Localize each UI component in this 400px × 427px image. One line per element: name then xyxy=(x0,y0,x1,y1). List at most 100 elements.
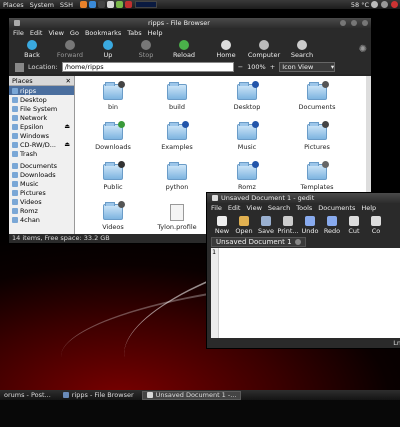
file-item-music[interactable]: Music xyxy=(217,121,277,151)
save-button[interactable]: Save xyxy=(255,215,277,235)
mail-icon[interactable] xyxy=(107,1,115,8)
text-editor[interactable]: 1 xyxy=(211,248,400,338)
terminal-icon[interactable] xyxy=(98,1,106,8)
file-item-romz[interactable]: Romz xyxy=(217,161,277,191)
zoom-in-icon[interactable]: + xyxy=(270,63,275,71)
system-monitor-graph[interactable] xyxy=(135,1,158,8)
window-menu-icon[interactable] xyxy=(14,20,20,26)
up-button[interactable]: Up xyxy=(89,39,127,59)
gedit-titlebar[interactable]: Unsaved Document 1 - gedit xyxy=(207,193,400,203)
menu-view[interactable]: View xyxy=(48,29,63,37)
power-icon[interactable] xyxy=(391,1,398,8)
taskbar-item-3[interactable]: Unsaved Document 1 -... xyxy=(141,390,242,400)
document-tab[interactable]: Unsaved Document 1 xyxy=(211,237,306,247)
gedit-menu-tools[interactable]: Tools xyxy=(296,204,312,212)
file-item-downloads[interactable]: Downloads xyxy=(83,121,143,151)
file-item-examples[interactable]: Examples xyxy=(147,121,207,151)
reload-button[interactable]: Reload xyxy=(165,39,203,59)
file-item-videos[interactable]: Videos xyxy=(83,201,143,231)
home-icon xyxy=(221,39,231,50)
forward-button[interactable]: Forward xyxy=(51,39,89,59)
gedit-menu-file[interactable]: File xyxy=(211,204,222,212)
menu-bookmarks[interactable]: Bookmarks xyxy=(85,29,121,37)
bookmark-music[interactable]: Music xyxy=(9,179,74,188)
minimize-icon[interactable] xyxy=(340,20,346,26)
co-button[interactable]: Co xyxy=(365,215,387,235)
sidebar-item-epsilon[interactable]: Epsilon ⏏ xyxy=(9,122,74,131)
sidebar-item-ripps[interactable]: ripps xyxy=(9,86,74,95)
file-item-pictures[interactable]: Pictures xyxy=(287,121,347,151)
sidebar-item-file-system[interactable]: File System xyxy=(9,104,74,113)
stop-button[interactable]: Stop xyxy=(127,39,165,59)
print-button[interactable]: Print... xyxy=(277,215,299,235)
sidebar-item-windows[interactable]: Windows xyxy=(9,131,74,140)
panel-menu-places[interactable]: Places xyxy=(0,1,27,9)
gedit-menu-edit[interactable]: Edit xyxy=(228,204,241,212)
file-browser-titlebar[interactable]: ripps - File Browser xyxy=(9,18,371,28)
gedit-app-icon[interactable] xyxy=(212,195,218,201)
eject-icon[interactable]: ⏏ xyxy=(64,141,70,148)
sidebar-item-network[interactable]: Network xyxy=(9,113,74,122)
places-header[interactable]: Places ✕ xyxy=(9,76,74,86)
sidebar-item-desktop[interactable]: Desktop xyxy=(9,95,74,104)
cd-rw-d-icon xyxy=(12,141,18,148)
file-item-desktop[interactable]: Desktop xyxy=(217,81,277,111)
search-button[interactable]: Search xyxy=(283,39,321,59)
view-mode-select[interactable]: Icon View ▾ xyxy=(279,62,336,72)
open-button[interactable]: Open xyxy=(233,215,255,235)
file-name: Examples xyxy=(161,143,193,151)
taskbar-item-1[interactable]: orums - Post... xyxy=(0,391,55,400)
gedit-menu-view[interactable]: View xyxy=(246,204,261,212)
file-item-templates[interactable]: Templates xyxy=(287,161,347,191)
volume-icon[interactable] xyxy=(371,1,378,8)
taskbar-item-2[interactable]: ripps - File Browser xyxy=(59,391,138,400)
file-item-bin[interactable]: bin xyxy=(83,81,143,111)
new-button[interactable]: New xyxy=(211,215,233,235)
home-button[interactable]: Home xyxy=(207,39,245,59)
sidebar-item-trash[interactable]: Trash xyxy=(9,149,74,158)
close-icon[interactable] xyxy=(362,20,368,26)
toggle-location-icon[interactable] xyxy=(15,62,24,72)
close-sidebar-icon[interactable]: ✕ xyxy=(66,77,71,85)
bookmark-videos[interactable]: Videos xyxy=(9,197,74,206)
gedit-menu-search[interactable]: Search xyxy=(268,204,290,212)
zoom-out-icon[interactable]: − xyxy=(238,63,243,71)
location-input[interactable]: /home/ripps xyxy=(61,62,234,72)
bookmark-pictures[interactable]: Pictures xyxy=(9,188,74,197)
bookmark-romz[interactable]: Romz xyxy=(9,206,74,215)
bookmark-downloads[interactable]: Downloads xyxy=(9,170,74,179)
bookmark-documents[interactable]: Documents xyxy=(9,161,74,170)
cut-button[interactable]: Cut xyxy=(343,215,365,235)
file-item-documents[interactable]: Documents xyxy=(287,81,347,111)
file-item-python[interactable]: python xyxy=(147,162,207,191)
network-icon[interactable] xyxy=(381,1,388,8)
sidebar-item-cd-rw-d[interactable]: CD-RW/D... ⏏ xyxy=(9,140,74,149)
maximize-icon[interactable] xyxy=(351,20,357,26)
file-item-build[interactable]: build xyxy=(147,82,207,111)
menu-tabs[interactable]: Tabs xyxy=(127,29,141,37)
panel-menu-ssh[interactable]: SSH xyxy=(57,1,76,9)
gedit-menu-documents[interactable]: Documents xyxy=(318,204,355,212)
close-tab-icon[interactable] xyxy=(294,239,301,245)
redo-button[interactable]: Redo xyxy=(321,215,343,235)
bookmark-4chan[interactable]: 4chan xyxy=(9,215,74,224)
emblem-icon xyxy=(252,161,259,168)
menu-help[interactable]: Help xyxy=(148,29,163,37)
firefox-icon[interactable] xyxy=(80,1,88,8)
back-button[interactable]: Back xyxy=(13,39,51,59)
panel-menu-system[interactable]: System xyxy=(27,1,57,9)
menu-go[interactable]: Go xyxy=(70,29,79,37)
file-item-public[interactable]: Public xyxy=(83,161,143,191)
gedit-menu-help[interactable]: Help xyxy=(361,204,376,212)
music-icon[interactable] xyxy=(125,1,133,8)
undo-button[interactable]: Undo xyxy=(299,215,321,235)
file-item-tylon-profile[interactable]: Tylon.profile xyxy=(147,204,207,231)
weather-icon[interactable] xyxy=(116,1,124,8)
file-name: Music xyxy=(237,143,257,151)
settings-icon[interactable]: ✺ xyxy=(359,44,367,55)
eject-icon[interactable]: ⏏ xyxy=(64,123,70,130)
menu-edit[interactable]: Edit xyxy=(30,29,43,37)
computer-button[interactable]: Computer xyxy=(245,39,283,59)
menu-file[interactable]: File xyxy=(13,29,24,37)
chat-icon[interactable] xyxy=(89,1,97,8)
